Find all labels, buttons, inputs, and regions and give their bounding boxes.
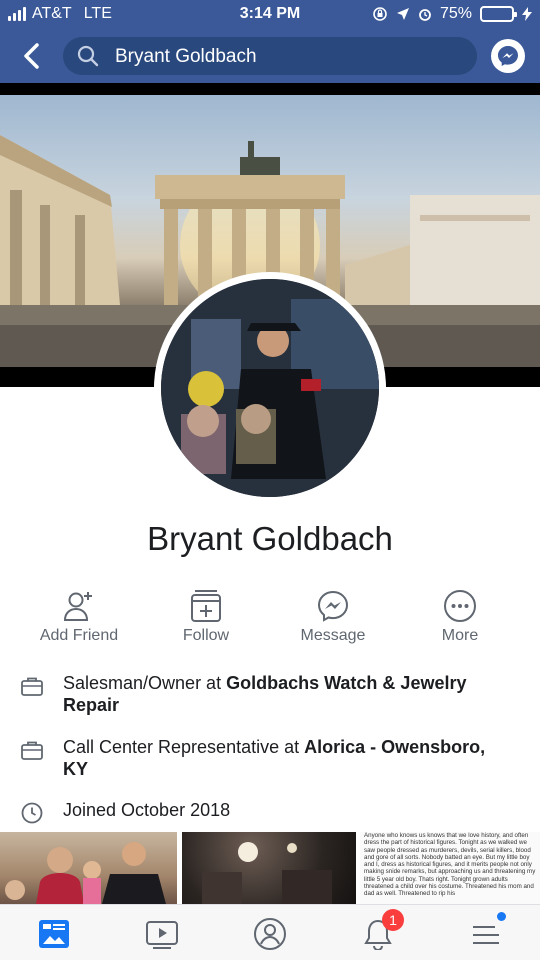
intro-work-2-text: Call Center Representative at Alorica - … xyxy=(63,737,486,779)
photos-strip: Anyone who knows us knows that we love h… xyxy=(0,832,540,904)
photo-thumbnail[interactable] xyxy=(0,832,177,904)
add-friend-button[interactable]: Add Friend xyxy=(19,588,139,645)
menu-notification-dot xyxy=(497,912,506,921)
news-feed-icon xyxy=(39,920,69,948)
clock-icon xyxy=(21,802,43,824)
search-icon xyxy=(77,45,99,67)
briefcase-icon xyxy=(21,741,43,760)
message-button[interactable]: Message xyxy=(273,588,393,645)
battery-percent: 75% xyxy=(439,5,472,22)
watch-video-icon xyxy=(146,921,178,949)
tab-news-feed[interactable] xyxy=(34,914,74,954)
charging-icon xyxy=(522,7,532,21)
photo-thumbnail-text-post[interactable]: Anyone who knows us knows that we love h… xyxy=(360,832,540,904)
messenger-button[interactable] xyxy=(491,39,525,73)
follow-button[interactable]: Follow xyxy=(146,588,266,645)
profile-actions: Add Friend Follow Message More xyxy=(0,588,540,648)
messenger-icon xyxy=(498,46,518,66)
search-input[interactable]: Bryant Goldbach xyxy=(63,37,477,75)
alarm-icon xyxy=(419,9,431,21)
follow-icon xyxy=(191,590,221,622)
nav-bar: Bryant Goldbach xyxy=(0,34,540,78)
text-post-content: Anyone who knows us knows that we love h… xyxy=(364,832,536,898)
tab-watch[interactable] xyxy=(142,914,182,954)
more-label: More xyxy=(441,627,479,644)
location-icon xyxy=(396,8,409,20)
add-friend-icon xyxy=(63,592,92,621)
briefcase-icon xyxy=(21,677,43,696)
profile-icon xyxy=(254,918,286,950)
battery-icon xyxy=(480,6,517,22)
rotation-lock-icon xyxy=(373,7,387,21)
tab-profile[interactable] xyxy=(250,914,290,954)
message-label: Message xyxy=(300,627,366,644)
tab-menu[interactable] xyxy=(466,912,506,954)
add-friend-label: Add Friend xyxy=(39,627,119,644)
more-button[interactable]: More xyxy=(400,588,520,645)
notification-badge: 1 xyxy=(382,909,404,931)
profile-photo xyxy=(161,279,379,497)
tab-bar: 1 xyxy=(0,904,540,960)
back-icon[interactable] xyxy=(20,42,44,70)
intro-joined-text: Joined October 2018 xyxy=(63,800,231,820)
messenger-icon xyxy=(317,590,349,622)
profile-picture[interactable] xyxy=(154,272,386,504)
tab-notifications[interactable]: 1 xyxy=(358,909,404,954)
profile-name: Bryant Goldbach xyxy=(147,520,393,557)
status-bar: AT&T LTE 3:14 PM 75% xyxy=(0,0,540,30)
intro-work-1-text: Salesman/Owner at Goldbachs Watch & Jewe… xyxy=(63,673,467,715)
search-value: Bryant Goldbach xyxy=(115,46,257,67)
top-bar: AT&T LTE 3:14 PM 75% Bryant Goldbach xyxy=(0,0,540,83)
follow-label: Follow xyxy=(182,627,230,644)
photo-thumbnail[interactable] xyxy=(182,832,356,904)
menu-icon xyxy=(473,926,499,944)
more-icon xyxy=(444,590,476,622)
